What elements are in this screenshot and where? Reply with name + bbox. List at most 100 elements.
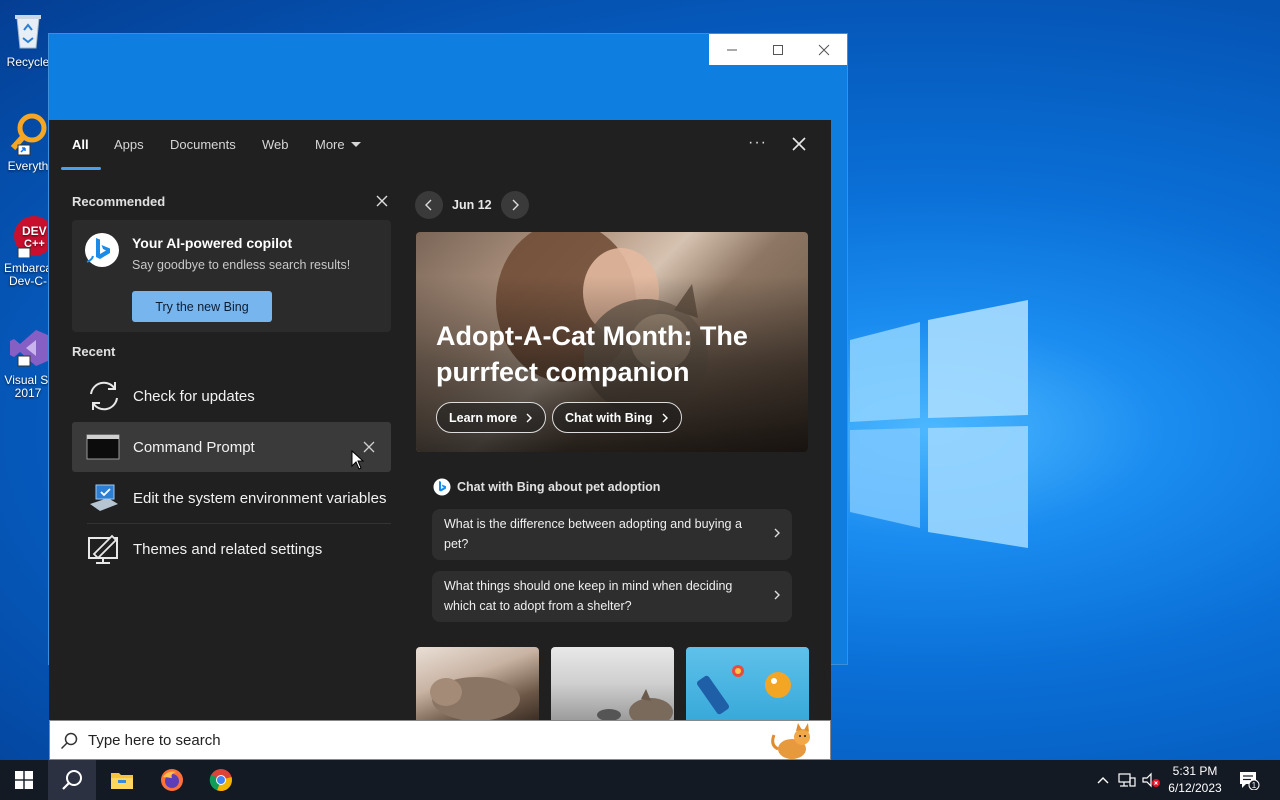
bing-suggestion-1[interactable]: What is the difference between adopting … [432, 509, 792, 560]
start-button[interactable] [0, 760, 48, 800]
learn-more-button[interactable]: Learn more [436, 402, 547, 433]
hero-card[interactable]: Adopt-A-Cat Month: The purrfect companio… [416, 232, 808, 452]
window-caption-buttons [709, 34, 847, 65]
network-icon [1118, 773, 1136, 787]
copilot-card[interactable]: Your AI-powered copilot Say goodbye to e… [72, 220, 391, 332]
tab-all[interactable]: All [72, 137, 89, 155]
chevron-right-icon [526, 413, 533, 422]
chrome-button[interactable] [197, 760, 245, 800]
copilot-title: Your AI-powered copilot [132, 235, 293, 251]
highlights-date: Jun 12 [452, 198, 492, 212]
chat-with-bing-button[interactable]: Chat with Bing [552, 402, 682, 433]
bing-suggestion-2[interactable]: What things should one keep in mind when… [432, 571, 792, 622]
highlights-date-nav: Jun 12 [415, 191, 529, 219]
recent-item-check-for-updates[interactable]: Check for updates [72, 371, 391, 421]
search-scope-tabs: All Apps Documents Web More ··· [49, 120, 831, 172]
chevron-right-icon [512, 199, 519, 211]
command-prompt-icon [86, 434, 120, 460]
taskbar-search-button[interactable] [48, 760, 96, 800]
show-hidden-icons-button[interactable] [1093, 760, 1113, 800]
recent-item-label: Check for updates [133, 387, 255, 405]
suggestion-text: What things should one keep in mind when… [444, 579, 733, 613]
windows-wallpaper-logo-icon [850, 300, 1028, 548]
cat-toys-photo [696, 665, 791, 715]
search-input[interactable] [88, 726, 768, 754]
mouse-cursor-icon [351, 450, 365, 470]
devcpp-icon: DEV C++ [6, 214, 54, 259]
clock-time: 5:31 PM [1172, 764, 1218, 778]
system-properties-icon [90, 484, 118, 511]
tab-more[interactable]: More [315, 137, 361, 155]
close-icon[interactable] [790, 135, 808, 153]
cat-photo-2 [597, 689, 673, 720]
chrome-icon [209, 769, 232, 792]
taskbar-search-box[interactable] [49, 720, 831, 760]
notification-icon: 1 [1240, 772, 1260, 790]
bing-logo-icon [85, 233, 119, 267]
search-flyout: All Apps Documents Web More ··· Recommen… [49, 120, 831, 720]
cat-photo-1 [430, 677, 520, 720]
caret-down-icon [350, 142, 361, 147]
bing-chat-icon [433, 478, 451, 496]
thumbnail-cat-2[interactable] [551, 647, 674, 720]
recent-item-themes[interactable]: Themes and related settings [72, 524, 391, 574]
file-explorer-icon [111, 773, 133, 789]
svg-text:DEV: DEV [22, 224, 47, 238]
search-icon [60, 732, 78, 750]
firefox-icon [161, 769, 183, 791]
windows-start-icon [15, 771, 33, 789]
recent-item-label: Themes and related settings [133, 540, 323, 558]
tab-documents[interactable]: Documents [170, 137, 236, 155]
maximize-button[interactable] [755, 34, 801, 65]
themes-icon [88, 534, 118, 564]
cat-highlight-icon[interactable] [768, 721, 816, 761]
recent-item-environment-variables[interactable]: Edit the system environment variables [72, 473, 391, 523]
notification-count: 1 [1252, 781, 1257, 790]
chevron-right-icon [774, 590, 780, 600]
chevron-up-icon [1097, 777, 1109, 784]
tab-apps[interactable]: Apps [114, 137, 144, 155]
network-tray-button[interactable] [1115, 760, 1139, 800]
try-new-bing-button[interactable]: Try the new Bing [132, 291, 272, 322]
thumbnail-cat-toys[interactable] [686, 647, 809, 720]
taskbar: 5:31 PM 6/12/2023 1 [0, 760, 1280, 800]
next-day-button[interactable] [500, 191, 529, 219]
chevron-left-icon [425, 199, 432, 211]
previous-day-button[interactable] [415, 191, 443, 219]
refresh-icon [90, 381, 118, 411]
active-tab-indicator [61, 167, 101, 170]
more-options-icon[interactable]: ··· [748, 134, 767, 152]
recent-item-label: Edit the system environment variables [133, 489, 387, 507]
system-clock[interactable]: 5:31 PM 6/12/2023 [1160, 763, 1230, 797]
recent-item-label: Command Prompt [133, 438, 255, 456]
action-center-button[interactable]: 1 [1234, 760, 1264, 800]
recommended-heading: Recommended [72, 194, 166, 209]
volume-muted-icon [1142, 772, 1160, 788]
learn-more-label: Learn more [449, 410, 518, 425]
chat-heading-label: Chat with Bing about pet adoption [457, 480, 661, 494]
copilot-subtitle: Say goodbye to endless search results! [132, 258, 351, 272]
maximize-icon [773, 44, 783, 55]
dismiss-recommended-icon[interactable] [375, 194, 389, 208]
file-explorer-button[interactable] [98, 760, 146, 800]
tab-more-label: More [315, 137, 345, 152]
close-window-button[interactable] [801, 34, 847, 65]
chevron-right-icon [662, 413, 668, 422]
minimize-button[interactable] [709, 34, 755, 65]
suggestion-text: What is the difference between adopting … [444, 517, 742, 551]
thumbnail-cat-1[interactable] [416, 647, 539, 720]
recent-item-command-prompt[interactable]: Command Prompt [72, 422, 391, 472]
everything-search-icon [6, 112, 50, 156]
recycle-bin-icon [6, 8, 50, 52]
chevron-right-icon [774, 528, 780, 538]
chat-with-bing-label: Chat with Bing [565, 410, 653, 425]
hero-title: Adopt-A-Cat Month: The purrfect companio… [436, 321, 748, 387]
close-icon [818, 44, 830, 55]
chat-with-bing-heading: Chat with Bing about pet adoption [433, 478, 660, 496]
search-icon [62, 770, 82, 790]
minimize-icon [727, 49, 737, 50]
tab-web[interactable]: Web [262, 137, 289, 155]
recent-heading: Recent [72, 344, 116, 359]
firefox-button[interactable] [148, 760, 196, 800]
clock-date: 6/12/2023 [1168, 781, 1222, 795]
